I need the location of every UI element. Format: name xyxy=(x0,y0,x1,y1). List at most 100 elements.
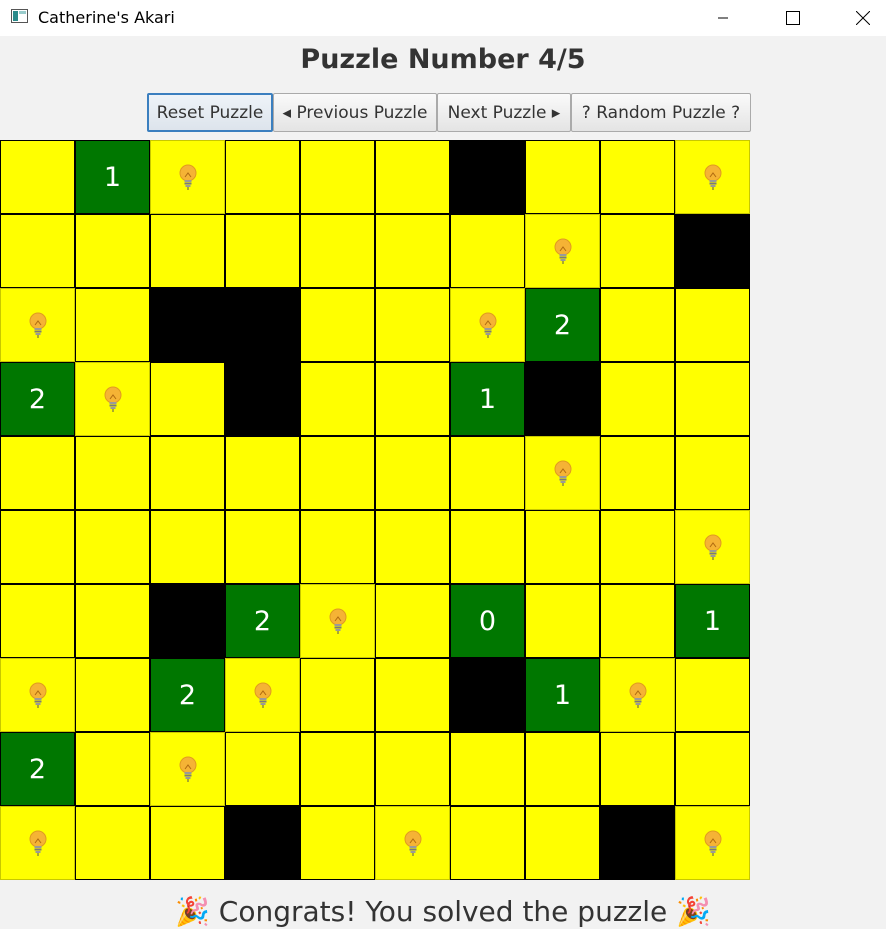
board-cell[interactable] xyxy=(600,140,675,214)
board-cell[interactable] xyxy=(0,510,75,584)
board-cell[interactable] xyxy=(150,362,225,436)
board-cell-wall xyxy=(450,658,525,732)
maximize-button[interactable] xyxy=(770,0,816,36)
board-cell[interactable] xyxy=(150,806,225,880)
lightbulb-icon xyxy=(254,682,271,708)
board-cell[interactable] xyxy=(150,214,225,288)
board-cell[interactable] xyxy=(300,510,375,584)
lightbulb-icon xyxy=(179,756,196,782)
board-cell-lightbulb[interactable] xyxy=(525,214,600,288)
next-puzzle-button[interactable]: Next Puzzle ▸ xyxy=(437,93,571,132)
board-cell-clue: 2 xyxy=(150,658,225,732)
board-cell[interactable] xyxy=(150,436,225,510)
board-cell[interactable] xyxy=(375,510,450,584)
board-cell-clue: 2 xyxy=(0,732,75,806)
board-cell[interactable] xyxy=(0,214,75,288)
board-cell[interactable] xyxy=(525,510,600,584)
reset-puzzle-button[interactable]: Reset Puzzle xyxy=(147,93,273,132)
board-cell[interactable] xyxy=(675,288,750,362)
random-puzzle-button[interactable]: ? Random Puzzle ? xyxy=(571,93,751,132)
board-cell[interactable] xyxy=(75,732,150,806)
board-cell[interactable] xyxy=(225,732,300,806)
board-cell[interactable] xyxy=(450,214,525,288)
board-cell[interactable] xyxy=(225,214,300,288)
board-cell-clue: 0 xyxy=(450,584,525,658)
board-cell-lightbulb[interactable] xyxy=(675,806,750,880)
board-cell-lightbulb[interactable] xyxy=(375,806,450,880)
board-cell[interactable] xyxy=(525,806,600,880)
board-cell-lightbulb[interactable] xyxy=(0,658,75,732)
board-cell[interactable] xyxy=(75,584,150,658)
board-cell-lightbulb[interactable] xyxy=(150,732,225,806)
board-cell[interactable] xyxy=(300,214,375,288)
board-cell[interactable] xyxy=(375,658,450,732)
board-cell[interactable] xyxy=(600,732,675,806)
board-cell-wall xyxy=(225,806,300,880)
lightbulb-icon xyxy=(554,238,571,264)
board-cell[interactable] xyxy=(375,214,450,288)
board-cell[interactable] xyxy=(525,732,600,806)
board-cell[interactable] xyxy=(600,214,675,288)
board-cell[interactable] xyxy=(675,658,750,732)
board-cell-lightbulb[interactable] xyxy=(675,140,750,214)
board-cell-lightbulb[interactable] xyxy=(0,806,75,880)
board-cell[interactable] xyxy=(600,584,675,658)
board-cell[interactable] xyxy=(375,362,450,436)
board-cell[interactable] xyxy=(375,436,450,510)
board-cell[interactable] xyxy=(0,436,75,510)
board-cell[interactable] xyxy=(300,436,375,510)
board-cell[interactable] xyxy=(450,732,525,806)
board-cell[interactable] xyxy=(525,584,600,658)
board-cell[interactable] xyxy=(675,732,750,806)
board-cell-lightbulb[interactable] xyxy=(150,140,225,214)
board-cell-clue: 1 xyxy=(450,362,525,436)
close-button[interactable] xyxy=(840,0,886,36)
board-cell[interactable] xyxy=(75,658,150,732)
board-cell[interactable] xyxy=(600,362,675,436)
board-cell[interactable] xyxy=(600,510,675,584)
board-cell[interactable] xyxy=(525,140,600,214)
board-cell[interactable] xyxy=(225,140,300,214)
board-cell-lightbulb[interactable] xyxy=(75,362,150,436)
board-cell[interactable] xyxy=(375,584,450,658)
board-cell[interactable] xyxy=(75,214,150,288)
board-cell[interactable] xyxy=(300,140,375,214)
board-cell[interactable] xyxy=(75,510,150,584)
board-cell[interactable] xyxy=(675,362,750,436)
board-cell[interactable] xyxy=(75,288,150,362)
board-cell[interactable] xyxy=(300,362,375,436)
board-cell-lightbulb[interactable] xyxy=(0,288,75,362)
board-cell[interactable] xyxy=(300,732,375,806)
board-cell[interactable] xyxy=(375,140,450,214)
board-cell[interactable] xyxy=(375,732,450,806)
board-cell[interactable] xyxy=(450,510,525,584)
board-cell-lightbulb[interactable] xyxy=(225,658,300,732)
maximize-icon xyxy=(786,11,800,25)
previous-puzzle-button[interactable]: ◂ Previous Puzzle xyxy=(273,93,437,132)
lightbulb-icon xyxy=(104,386,121,412)
window-titlebar: Catherine's Akari xyxy=(0,0,886,36)
board-cell-lightbulb[interactable] xyxy=(300,584,375,658)
board-cell[interactable] xyxy=(300,658,375,732)
board-cell[interactable] xyxy=(150,510,225,584)
board-cell[interactable] xyxy=(675,436,750,510)
board-cell[interactable] xyxy=(75,806,150,880)
board-cell[interactable] xyxy=(0,584,75,658)
board-cell[interactable] xyxy=(450,806,525,880)
board-cell-lightbulb[interactable] xyxy=(600,658,675,732)
board-cell[interactable] xyxy=(0,140,75,214)
minimize-icon xyxy=(718,17,728,19)
board-cell[interactable] xyxy=(225,510,300,584)
board-cell[interactable] xyxy=(450,436,525,510)
board-cell[interactable] xyxy=(375,288,450,362)
board-cell-lightbulb[interactable] xyxy=(525,436,600,510)
board-cell[interactable] xyxy=(300,806,375,880)
board-cell[interactable] xyxy=(600,436,675,510)
board-cell-lightbulb[interactable] xyxy=(450,288,525,362)
minimize-button[interactable] xyxy=(700,0,746,36)
board-cell[interactable] xyxy=(600,288,675,362)
board-cell-lightbulb[interactable] xyxy=(675,510,750,584)
board-cell[interactable] xyxy=(300,288,375,362)
board-cell[interactable] xyxy=(225,436,300,510)
board-cell[interactable] xyxy=(75,436,150,510)
